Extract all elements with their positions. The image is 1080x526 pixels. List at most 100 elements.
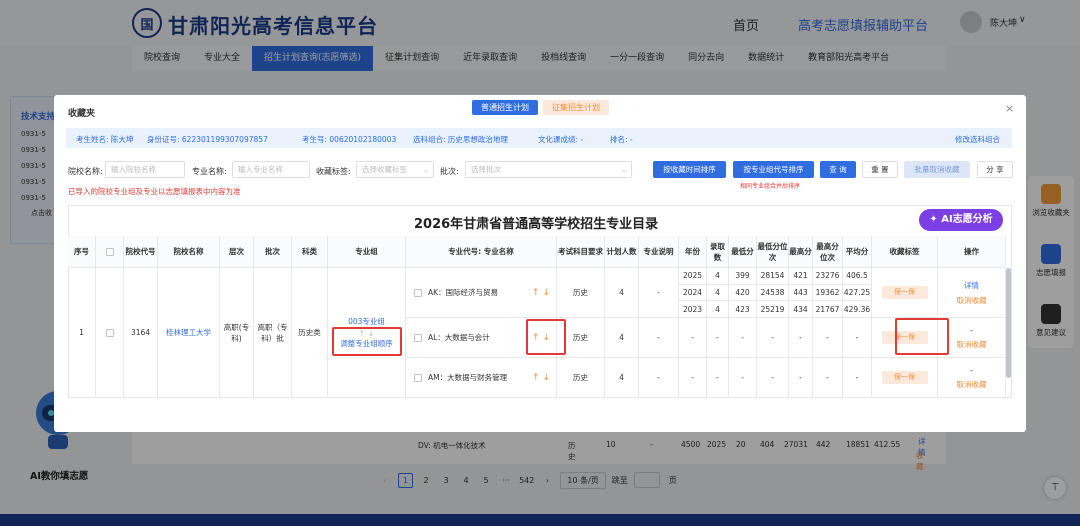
history-year: 2025 xyxy=(679,268,707,285)
sort-by-time-button[interactable]: 按收藏时间排序 xyxy=(653,161,726,178)
table-header: 专业代号: 专业名称 xyxy=(406,236,557,268)
row-index: 1 xyxy=(68,268,96,398)
sort-arrows-icon[interactable]: ↑ ↓ xyxy=(532,373,550,383)
select-all-checkbox[interactable] xyxy=(96,236,124,268)
details-link: - xyxy=(970,365,973,375)
history-empty: - xyxy=(707,318,729,358)
major-name-input[interactable]: 输入专业名称 xyxy=(232,161,310,178)
history-adm: 4 xyxy=(707,268,729,285)
plan-count: 4 xyxy=(605,268,639,318)
history-adm: 4 xyxy=(707,301,729,318)
history-adm: 4 xyxy=(707,284,729,302)
table-header: 收藏标签 xyxy=(872,236,938,268)
tag-filter-label: 收藏标签: xyxy=(316,167,351,176)
school-code: 3164 xyxy=(124,268,158,398)
history-max: 443 xyxy=(789,284,813,302)
table-header: 专业组 xyxy=(328,236,406,268)
major-checkbox[interactable] xyxy=(414,288,422,297)
school-name-link[interactable]: 桂林理工大学 xyxy=(158,268,220,398)
history-max: 421 xyxy=(789,268,813,285)
history-minpos: 28154 xyxy=(757,268,789,285)
sort-arrows-icon[interactable]: ↑ ↓ xyxy=(532,288,550,298)
table-title: 2026年甘肃省普通高等学校招生专业目录 xyxy=(414,217,659,232)
exam-subject: 历史 xyxy=(557,358,605,398)
tab-supplement-plan[interactable]: 征集招生计划 xyxy=(543,100,609,115)
table-scrollbar[interactable] xyxy=(1006,268,1011,378)
school-name-input[interactable]: 输入院校名称 xyxy=(105,161,185,178)
ai-analysis-button[interactable]: ✦ AI志愿分析 xyxy=(919,209,1003,231)
info-name: 考生姓名: 陈大坤 xyxy=(76,135,134,144)
history-min: 423 xyxy=(729,301,757,318)
batch-select[interactable]: 选择批次 ⌄ xyxy=(465,161,632,178)
exam-subject: 历史 xyxy=(557,268,605,318)
reset-button[interactable]: 重 置 xyxy=(862,161,898,178)
info-id: 身份证号: 622301199307097857 xyxy=(147,135,268,144)
group-name-link[interactable]: 003专业组 xyxy=(348,316,385,327)
cancel-favorite-link[interactable]: 取消收藏 xyxy=(957,295,987,306)
chevron-down-icon: ⌄ xyxy=(620,165,627,174)
history-empty: - xyxy=(729,318,757,358)
search-button[interactable]: 查 询 xyxy=(820,161,856,178)
favorite-tag-cell: 保一保 xyxy=(872,268,938,318)
row-checkbox[interactable] xyxy=(96,268,124,398)
tab-regular-plan[interactable]: 普通招生计划 xyxy=(472,100,538,115)
info-score: 文化课成绩: - xyxy=(538,135,584,144)
checkbox[interactable] xyxy=(105,328,114,337)
history-maxpos: 19362 xyxy=(813,284,843,302)
ops-cell: - 取消收藏 xyxy=(938,358,1006,398)
history-maxpos: 21767 xyxy=(813,301,843,318)
table-header: 科类 xyxy=(292,236,328,268)
major-filter-label: 专业名称: xyxy=(192,167,227,176)
favorite-tag[interactable]: 保一保 xyxy=(881,286,928,299)
major-name-cell: AM：大数据与财务管理 ↑ ↓ xyxy=(406,358,557,398)
table-header: 最高分 xyxy=(789,236,813,268)
history-avg: 406.5 xyxy=(843,268,872,285)
school-filter-label: 院校名称: xyxy=(68,167,103,176)
history-empty: - xyxy=(813,358,843,398)
checkbox[interactable] xyxy=(105,247,114,256)
sort-note: 相同专业组合并后排序 xyxy=(740,183,801,190)
table-header: 考试科目要求 xyxy=(557,236,605,268)
cancel-favorite-link[interactable]: 取消收藏 xyxy=(957,339,987,350)
history-minpos: 24538 xyxy=(757,284,789,302)
table-header: 层次 xyxy=(220,236,254,268)
table-header: 最低分位次 xyxy=(757,236,789,268)
history-empty: - xyxy=(843,358,872,398)
level: 高职(专科) xyxy=(220,268,254,398)
favorite-tag[interactable]: 保一保 xyxy=(881,371,928,384)
history-min: 399 xyxy=(729,268,757,285)
import-warning: 已导入的院校专业组及专业以志愿填报表中内容为准 xyxy=(68,187,241,196)
major-desc: - xyxy=(639,358,679,398)
details-link[interactable]: 详情 xyxy=(964,280,979,291)
history-empty: - xyxy=(843,318,872,358)
cancel-favorite-link[interactable]: 取消收藏 xyxy=(957,379,987,390)
close-icon[interactable]: × xyxy=(1005,102,1014,115)
table-header: 最高分位次 xyxy=(813,236,843,268)
info-subject-combo: 选科组合: 历史思想政治地理 xyxy=(413,135,508,144)
history-empty: - xyxy=(813,318,843,358)
table-header: 最低分 xyxy=(729,236,757,268)
table-header: 年份 xyxy=(679,236,707,268)
major-desc: - xyxy=(639,268,679,318)
major-checkbox[interactable] xyxy=(414,333,422,342)
share-button[interactable]: 分 享 xyxy=(977,161,1013,178)
major-checkbox[interactable] xyxy=(414,373,422,382)
history-empty: - xyxy=(679,318,707,358)
history-empty: - xyxy=(707,358,729,398)
major-name-cell: AK：国际经济与贸易 ↑ ↓ xyxy=(406,268,557,318)
history-empty: - xyxy=(757,318,789,358)
modal-title: 收藏夹 xyxy=(68,109,96,119)
info-rank: 排名: - xyxy=(610,135,633,144)
tag-select[interactable]: 选择收藏标签 ⌄ xyxy=(356,161,434,178)
table-header: 批次 xyxy=(254,236,292,268)
history-empty: - xyxy=(789,358,813,398)
sort-by-group-button[interactable]: 按专业组代号排序 xyxy=(733,161,814,178)
batch: 高职（专科）批 xyxy=(254,268,292,398)
batch-cancel-button[interactable]: 批量取消收藏 xyxy=(904,161,970,178)
favorite-tag-cell: 保一保 xyxy=(872,358,938,398)
history-empty: - xyxy=(729,358,757,398)
table-header: 操作 xyxy=(938,236,1006,268)
edit-subject-combo-link[interactable]: 修改选科组合 xyxy=(955,134,1000,145)
major-name: AL：大数据与会计 xyxy=(428,333,490,342)
chevron-down-icon: ⌄ xyxy=(422,165,429,174)
